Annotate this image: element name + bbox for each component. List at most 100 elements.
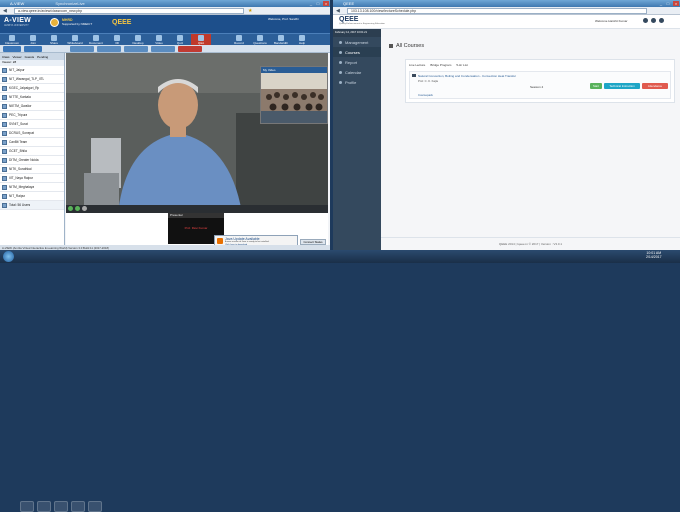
taskbar-app-4[interactable] — [71, 501, 85, 512]
back-icon[interactable]: ◀ — [3, 8, 7, 14]
profile-icon — [339, 80, 342, 84]
taskbar-app-2[interactable] — [37, 501, 51, 512]
sidebar-item-management[interactable]: Management — [333, 37, 381, 47]
sub-button-7[interactable] — [178, 46, 202, 52]
left-browser-window: A-VIEW SynchronizeLive _ □ × ◀ a-view.qe… — [0, 0, 330, 250]
sub-button-2[interactable] — [24, 46, 42, 52]
maximize-icon[interactable]: □ — [665, 1, 671, 6]
aview-subtoolbar — [0, 45, 330, 53]
filter-bridge-program[interactable]: Bridge Program — [430, 63, 451, 67]
taskbar-app-1[interactable] — [20, 501, 34, 512]
list-item[interactable]: NIT_Jaipur — [0, 66, 64, 75]
tab-class[interactable]: Class — [2, 55, 10, 59]
footer-text: QEEE 2014 | Iqeee.in © 2017 | Version : … — [498, 242, 563, 246]
sidebar-item-courses[interactable]: Courses — [333, 47, 381, 57]
back-icon[interactable]: ◀ — [336, 8, 340, 14]
presenter-label: Presenter — [168, 213, 224, 218]
sub-button-4[interactable] — [97, 46, 121, 52]
bottom-area: Presenter Prof. Ravi Kumar Java Update A… — [66, 213, 328, 246]
avatar — [2, 184, 7, 190]
list-item[interactable]: DITM_Greater Noida — [0, 156, 64, 165]
sub-button-3[interactable] — [70, 46, 94, 52]
management-icon — [339, 40, 342, 44]
right-titlebar: QEEE _ □ × — [333, 0, 680, 7]
list-item[interactable]: SVNIT_Surat — [0, 120, 64, 129]
avatar — [2, 76, 7, 82]
start-button[interactable]: Start — [590, 83, 602, 89]
welcome-text: Welcome, Prof. Sandhi — [268, 17, 299, 21]
avatar — [2, 85, 7, 91]
right-tab-title[interactable]: QEEE — [343, 1, 354, 6]
sub-button-1[interactable] — [3, 46, 21, 52]
taskbar-app-3[interactable] — [54, 501, 68, 512]
sub-button-5[interactable] — [124, 46, 148, 52]
list-item[interactable]: PEC_Tripura — [0, 111, 64, 120]
tab-guests[interactable]: Guests — [25, 55, 35, 59]
course-meta[interactable]: Coursepack — [418, 93, 433, 97]
self-video-panel[interactable]: My Video — [260, 66, 328, 124]
tab-pending[interactable]: Pending — [37, 55, 48, 59]
calendar-icon — [339, 70, 342, 74]
presenter-name: Prof. Ravi Kumar — [184, 226, 208, 230]
course-title[interactable]: Natural Convection, Boiling and Condensa… — [418, 74, 516, 78]
star-icon[interactable]: ★ — [248, 8, 252, 14]
sidebar-item-profile[interactable]: Profile — [333, 77, 381, 87]
avatar — [2, 94, 7, 100]
aview-logo: A-VIEW AMRITA UNIVERSITY — [4, 17, 31, 27]
avatar — [2, 148, 7, 154]
list-item[interactable]: NITTE_Karkala — [0, 93, 64, 102]
camera-icon[interactable] — [75, 206, 80, 211]
qeee-header-label: QEEE — [112, 19, 132, 26]
video-controls — [66, 205, 328, 213]
sidebar-item-report[interactable]: Report — [333, 57, 381, 67]
sub-button-6[interactable] — [151, 46, 175, 52]
courses-icon — [339, 50, 342, 54]
list-item[interactable]: NITM_Meghalaya — [0, 183, 64, 192]
list-item[interactable]: NIT_Warangal_TLP_IITL — [0, 75, 64, 84]
close-icon[interactable]: × — [673, 1, 679, 6]
sidebar-item-calendar[interactable]: Calendar — [333, 67, 381, 77]
right-browser-window: QEEE _ □ × ◀ 103.13.108.100/view/lecture… — [333, 0, 680, 250]
list-item[interactable]: NIETM_Gwalior — [0, 102, 64, 111]
list-item[interactable]: IIIT_Naya Raipur — [0, 174, 64, 183]
user-icon[interactable] — [659, 18, 664, 23]
filter-5hr-list[interactable]: 5-Hr List — [456, 63, 467, 67]
mic-icon[interactable] — [68, 206, 73, 211]
minimize-icon[interactable]: _ — [308, 1, 314, 6]
filter-live-lecture[interactable]: Live Lecture — [409, 63, 425, 67]
minimize-icon[interactable]: _ — [658, 1, 664, 6]
right-url-input[interactable]: 103.13.108.100/view/lectureSchedule.php — [347, 8, 647, 14]
technical-instruction-button[interactable]: Technical Instruction — [604, 83, 640, 89]
left-url-input[interactable]: a-view.qeee.in/aview/classroom_new.php — [14, 8, 244, 14]
avatar — [2, 175, 7, 181]
qeee-footer: QEEE 2014 | Iqeee.in © 2017 | Version : … — [381, 237, 680, 250]
list-item[interactable]: CanBit Team — [0, 138, 64, 147]
list-item[interactable]: GCET_Bhilai — [0, 147, 64, 156]
avatar — [2, 166, 7, 172]
left-tab-title[interactable]: A-VIEW — [10, 1, 24, 6]
java-icon — [217, 238, 223, 244]
maximize-icon[interactable]: □ — [315, 1, 321, 6]
list-item[interactable]: DCRUS_Sonepat — [0, 129, 64, 138]
record-icon[interactable] — [82, 206, 87, 211]
list-item[interactable]: NIT_Raipur — [0, 192, 64, 201]
taskbar-app-5[interactable] — [88, 501, 102, 512]
notification-icon[interactable] — [643, 18, 648, 23]
avatar — [2, 202, 7, 208]
avatar — [2, 130, 7, 136]
tab-viewer[interactable]: Viewer — [13, 55, 22, 59]
list-item[interactable]: KGEC_Jalpaiguri_Rp — [0, 84, 64, 93]
attendance-button[interactable]: Attendance — [642, 83, 668, 89]
avatar — [2, 121, 7, 127]
left-titlebar: A-VIEW SynchronizeLive _ □ × — [0, 0, 330, 7]
list-item[interactable]: NITK_Surathkal — [0, 165, 64, 174]
left-tab2-title[interactable]: SynchronizeLive — [55, 1, 84, 6]
start-orb-icon[interactable] — [3, 251, 14, 262]
classroom-video — [261, 73, 327, 123]
list-item[interactable]: Total: 56 Users — [0, 201, 64, 210]
close-icon[interactable]: × — [323, 1, 329, 6]
settings-icon[interactable] — [651, 18, 656, 23]
date-time: February 14, 2017 10:01:21 — [333, 29, 381, 37]
right-address-bar: ◀ 103.13.108.100/view/lectureSchedule.ph… — [333, 7, 680, 15]
clock[interactable]: 10:01 AM 2/14/2017 — [646, 251, 662, 259]
